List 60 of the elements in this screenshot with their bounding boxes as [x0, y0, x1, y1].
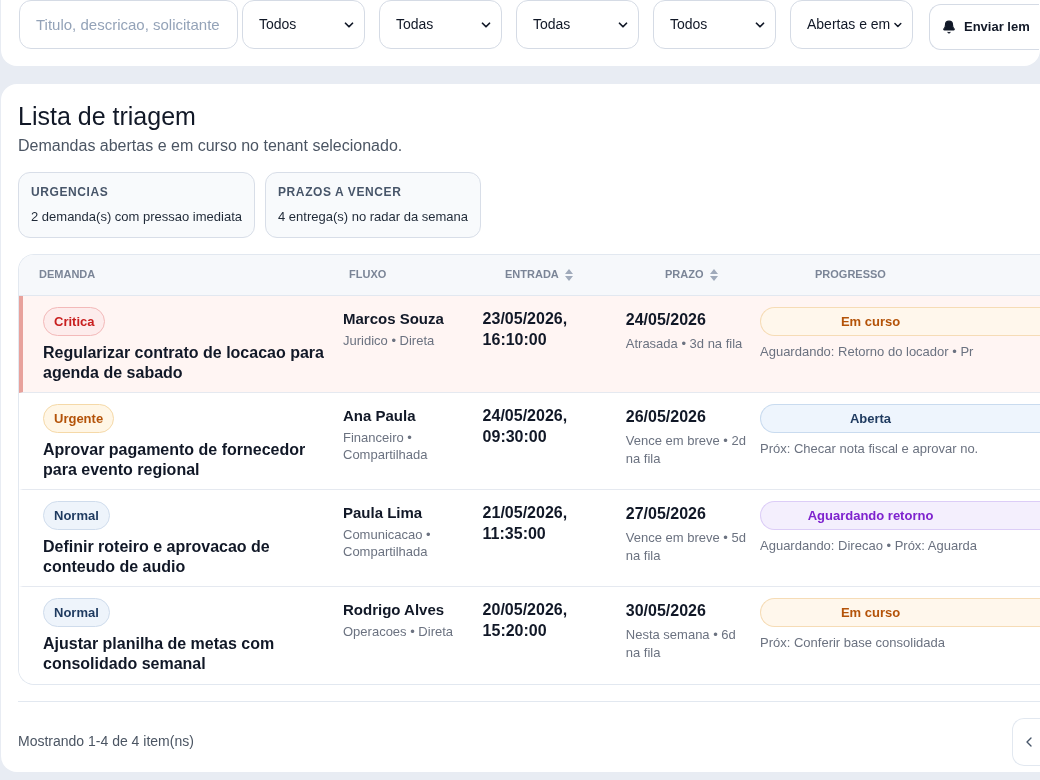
previous-page-button[interactable] — [1012, 717, 1040, 766]
status-pill: Aguardando retorno — [760, 500, 1040, 530]
due-note: Nesta semana • 6d na fila — [625, 625, 737, 662]
due-note: Atrasada • 3d na fila — [625, 334, 744, 353]
summary-label: URGENCIAS — [31, 184, 110, 201]
demand-title: Ajustar planilha de metas com consolidado semanal — [43, 634, 276, 674]
entry-datetime: 20/05/2026, 15:20:00 — [482, 599, 569, 641]
column-header: ENTRADA — [505, 267, 559, 283]
owner-name: Ana Paula — [343, 405, 416, 426]
flow-text: Financeiro • Compartilhada — [343, 429, 429, 463]
status-pill: Em curso — [760, 306, 1040, 336]
filter-select[interactable]: Todas — [516, 0, 639, 49]
flow-text: Comunicacao • Compartilhada — [343, 526, 432, 560]
entry-datetime: 21/05/2026, 11:35:00 — [482, 502, 569, 544]
priority-tag: Critica — [43, 306, 106, 336]
entry-datetime: 23/05/2026, 16:10:00 — [482, 308, 569, 350]
due-date: 26/05/2026 — [625, 406, 706, 427]
filter-select[interactable]: Todos — [653, 0, 776, 49]
pagination-summary: Mostrando 1-4 de 4 item(ns) — [18, 732, 194, 751]
status-pill: Em curso — [760, 597, 1040, 627]
list-subtitle: Demandas abertas e em curso no tenant selecionado. — [18, 136, 403, 156]
owner-name: Rodrigo Alves — [343, 599, 445, 620]
table-row[interactable]: Critica Regularizar contrato de locacao para agenda de sabado Marcos Souza Juridico • Direta 23/05/2026, 16:10:00 24/05/2026 Atrasada • 3d na fila Em curso Aguardando: Retorno do locador • Pr — [19, 295, 1040, 393]
progress-note: Próx: Conferir base consolidada — [760, 634, 945, 652]
column-header: PROGRESSO — [815, 267, 886, 283]
filter-select[interactable]: Abertas e em — [790, 0, 913, 49]
search-field[interactable]: Titulo, descricao, solicitante — [19, 0, 238, 49]
flow-text: Operacoes • Direta — [343, 623, 455, 640]
sort-icon[interactable] — [564, 268, 573, 281]
due-note: Vence em breve • 2d na fila — [625, 431, 747, 468]
progress-note: Aguardando: Retorno do locador • Pr — [760, 343, 974, 361]
priority-tag: Urgente — [43, 403, 115, 433]
filter-select[interactable]: Todas — [379, 0, 502, 49]
status-pill: Aberta — [760, 403, 1040, 433]
column-header: DEMANDA — [39, 267, 96, 283]
column-header: FLUXO — [349, 267, 387, 283]
progress-note: Próx: Checar nota fiscal e aprovar no. — [760, 440, 979, 458]
priority-tag: Normal — [43, 597, 110, 627]
reminder-button[interactable]: Enviar lem — [929, 4, 1039, 50]
entry-datetime: 24/05/2026, 09:30:00 — [482, 405, 569, 447]
priority-tag: Normal — [43, 500, 110, 530]
owner-name: Paula Lima — [343, 502, 423, 523]
demand-title: Regularizar contrato de locacao para agenda de sabado — [43, 343, 325, 383]
due-date: 27/05/2026 — [625, 503, 706, 524]
progress-note: Aguardando: Direcao • Próx: Aguarda — [760, 537, 978, 555]
bell-icon — [942, 20, 956, 34]
sort-icon[interactable] — [709, 268, 718, 281]
due-date: 24/05/2026 — [625, 309, 706, 330]
demand-title: Definir roteiro e aprovacao de conteudo de audio — [43, 537, 271, 577]
demand-title: Aprovar pagamento de fornecedor para evento regional — [43, 440, 307, 480]
filter-select[interactable]: Todos — [242, 0, 365, 49]
summary-text: 4 entrega(s) no radar da semana — [278, 208, 469, 226]
due-note: Vence em breve • 5d na fila — [625, 528, 747, 565]
flow-text: Juridico • Direta — [343, 332, 436, 349]
summary-text: 2 demanda(s) com pressao imediata — [31, 208, 242, 226]
due-date: 30/05/2026 — [625, 600, 706, 621]
summary-label: PRAZOS A VENCER — [278, 184, 403, 201]
owner-name: Marcos Souza — [343, 308, 444, 329]
list-title: Lista de triagem — [18, 101, 196, 132]
column-header: PRAZO — [665, 267, 704, 283]
